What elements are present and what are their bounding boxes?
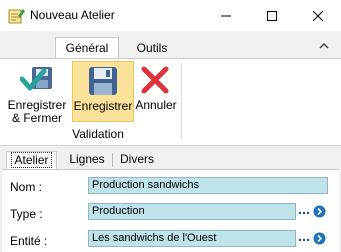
nom-field[interactable]: Production sandwichs bbox=[88, 177, 328, 194]
save-check-icon bbox=[20, 67, 52, 91]
type-goto-button[interactable] bbox=[313, 205, 326, 218]
tab-atelier[interactable]: Atelier bbox=[6, 151, 57, 169]
maximize-button[interactable] bbox=[249, 0, 295, 31]
cancel-label: Annuler bbox=[135, 98, 177, 112]
save-close-button[interactable]: Enregistrer & Fermer bbox=[7, 61, 67, 125]
ribbon-group-label: Validation bbox=[72, 127, 124, 141]
ellipsis-icon bbox=[298, 238, 310, 242]
maximize-icon bbox=[267, 11, 277, 21]
entite-goto-button[interactable] bbox=[313, 232, 326, 245]
cancel-button[interactable]: Annuler bbox=[135, 61, 177, 123]
type-browse-button[interactable] bbox=[298, 207, 310, 217]
window-title: Nouveau Atelier bbox=[30, 8, 115, 22]
save-close-label-line1: Enregistrer bbox=[7, 98, 67, 112]
entite-label: Entité : bbox=[10, 234, 48, 248]
save-close-label-line2: & Fermer bbox=[11, 111, 62, 125]
collapse-ribbon-icon[interactable] bbox=[318, 40, 330, 52]
minimize-icon bbox=[221, 15, 231, 17]
floppy-disk-icon bbox=[89, 67, 117, 95]
entite-browse-button[interactable] bbox=[298, 234, 310, 244]
tab-divider bbox=[112, 153, 113, 167]
arrow-circle-icon bbox=[313, 205, 326, 218]
nom-label: Nom : bbox=[10, 180, 43, 194]
save-button[interactable]: Enregistrer bbox=[72, 61, 134, 122]
type-field[interactable]: Production bbox=[88, 203, 296, 220]
tab-outils[interactable]: Outils bbox=[130, 37, 174, 59]
tab-divers[interactable]: Divers bbox=[118, 151, 156, 169]
close-button[interactable] bbox=[295, 0, 341, 31]
red-x-icon bbox=[141, 66, 169, 94]
entite-field[interactable]: Les sandwichs de l'Ouest bbox=[88, 230, 296, 247]
type-label: Type : bbox=[10, 207, 43, 221]
tab-atelier-label: Atelier bbox=[11, 152, 52, 168]
arrow-circle-icon bbox=[313, 232, 326, 245]
tab-general[interactable]: Général bbox=[55, 37, 119, 59]
minimize-button[interactable] bbox=[203, 0, 249, 31]
notepad-pencil-icon bbox=[8, 7, 25, 24]
ellipsis-icon bbox=[298, 211, 310, 215]
ribbon-group-separator bbox=[181, 63, 182, 139]
save-label: Enregistrer bbox=[73, 99, 133, 113]
tab-lignes[interactable]: Lignes bbox=[68, 151, 106, 169]
close-icon bbox=[312, 10, 324, 22]
